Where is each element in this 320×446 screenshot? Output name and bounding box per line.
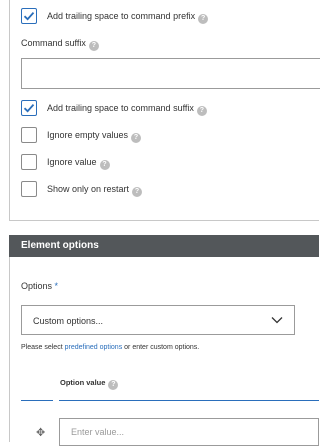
- checkmark-icon: [23, 104, 35, 113]
- panel-left-border: [9, 0, 10, 220]
- help-icon[interactable]: ?: [88, 41, 99, 51]
- suffix-trailing-space-checkbox[interactable]: [21, 100, 37, 116]
- prefix-trailing-space-label: Add trailing space to command prefix?: [47, 11, 209, 24]
- element-options-title: Element options: [21, 240, 99, 251]
- prefix-trailing-space-checkbox[interactable]: [21, 8, 37, 24]
- checkmark-icon: [23, 12, 35, 21]
- help-icon[interactable]: ?: [198, 14, 209, 24]
- options-label: Options *: [21, 281, 59, 291]
- command-suffix-label: Command suffix?: [21, 38, 99, 51]
- help-icon[interactable]: ?: [131, 133, 142, 143]
- element-options-header: Element options: [9, 235, 319, 257]
- options-hint: Please select predefined options or ente…: [21, 344, 200, 351]
- ignore-empty-values-label: Ignore empty values?: [47, 130, 142, 143]
- column-divider-left: [21, 400, 53, 401]
- chevron-down-icon: [271, 317, 283, 324]
- option-value-column-header: Option value?: [60, 378, 119, 390]
- help-icon[interactable]: ?: [196, 106, 207, 116]
- required-marker: *: [54, 281, 59, 291]
- drag-handle-icon[interactable]: ✥: [36, 426, 45, 439]
- suffix-trailing-space-label: Add trailing space to command suffix?: [47, 103, 207, 116]
- show-only-on-restart-checkbox[interactable]: [21, 181, 37, 197]
- options-select-value: Custom options...: [33, 316, 104, 326]
- help-icon[interactable]: ?: [132, 187, 143, 197]
- help-icon[interactable]: ?: [108, 380, 119, 390]
- show-only-on-restart-label: Show only on restart?: [47, 184, 143, 197]
- predefined-options-link[interactable]: predefined options: [65, 344, 123, 351]
- panel-bottom-border: [9, 220, 319, 221]
- ignore-empty-values-checkbox[interactable]: [21, 127, 37, 143]
- section-left-border: [9, 257, 10, 442]
- options-select[interactable]: Custom options...: [21, 305, 295, 335]
- command-suffix-input[interactable]: [21, 58, 320, 89]
- ignore-value-label: Ignore value?: [47, 157, 110, 170]
- column-divider-right: [59, 400, 319, 401]
- ignore-value-checkbox[interactable]: [21, 154, 37, 170]
- help-icon[interactable]: ?: [99, 160, 110, 170]
- option-value-text-field[interactable]: [60, 419, 318, 445]
